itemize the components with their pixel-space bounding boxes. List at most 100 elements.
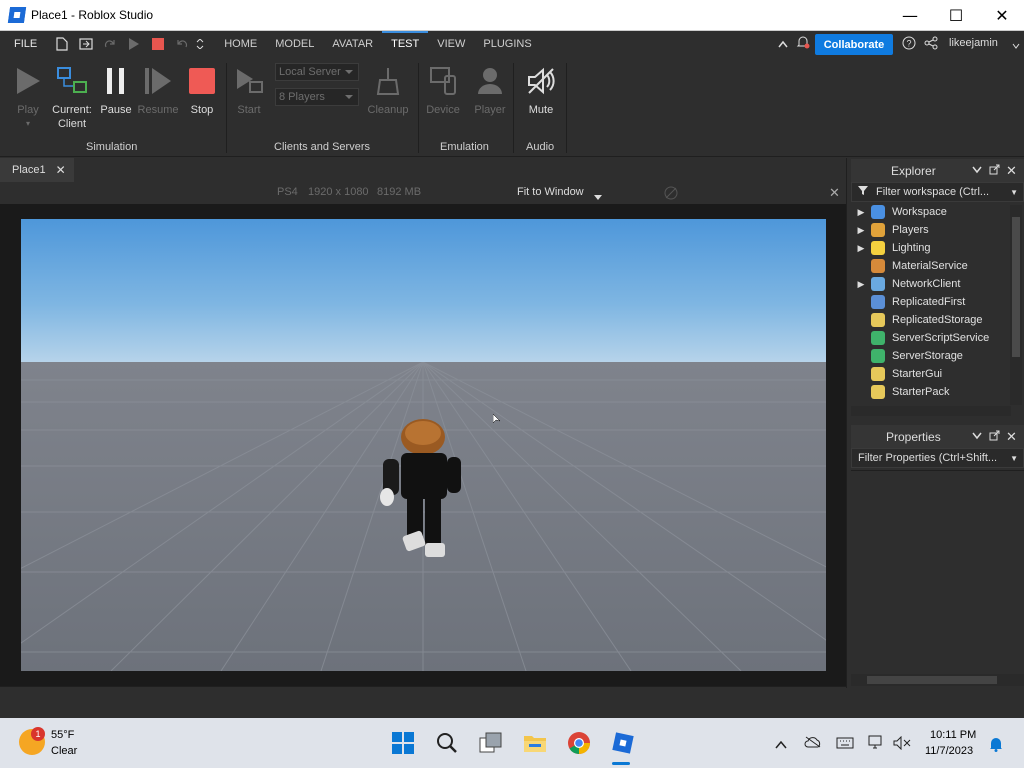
explorer-undock-icon[interactable]	[989, 164, 1000, 178]
close-tab-icon[interactable]: ✕	[56, 163, 66, 177]
scroll-thumb[interactable]	[1012, 217, 1020, 357]
pause-button[interactable]: Pause	[94, 65, 138, 117]
explorer-item[interactable]: ▶ Lighting	[851, 239, 1011, 257]
keyboard-icon[interactable]	[836, 737, 854, 752]
play-quick-icon[interactable]	[127, 37, 141, 51]
username-label[interactable]: likeejamin	[949, 37, 998, 49]
tab-view[interactable]: VIEW	[428, 31, 474, 57]
weather-temperature[interactable]: 55°F	[51, 729, 74, 741]
show-hidden-icons-icon[interactable]	[775, 738, 787, 752]
explorer-item[interactable]: ▶ Workspace	[851, 203, 1011, 221]
explorer-item[interactable]: ReplicatedFirst	[851, 293, 1011, 311]
document-tab-place1[interactable]: Place1 ✕	[0, 158, 74, 182]
volume-muted-icon[interactable]	[893, 735, 911, 753]
players-select[interactable]: 8 Players	[275, 88, 359, 106]
collapse-ribbon-icon[interactable]	[778, 37, 788, 51]
properties-close-icon[interactable]: ✕	[1006, 429, 1017, 445]
fit-to-window-select[interactable]: Fit to Window	[517, 186, 584, 198]
close-window-button[interactable]: ✕	[979, 0, 1024, 31]
explorer-filter-input[interactable]: Filter workspace (Ctrl... ▼	[851, 182, 1024, 202]
maximize-button[interactable]: ☐	[933, 0, 979, 31]
stop-quick-icon[interactable]	[151, 37, 165, 51]
explorer-item-label: Players	[892, 224, 929, 236]
player-button[interactable]: Player	[468, 65, 512, 117]
explorer-item[interactable]: MaterialService	[851, 257, 1011, 275]
explorer-menu-chevron-icon[interactable]	[972, 165, 982, 177]
explorer-item[interactable]: StarterGui	[851, 365, 1011, 383]
memory-select[interactable]: 8192 MB	[377, 186, 421, 198]
file-menu[interactable]: FILE	[14, 38, 37, 50]
onedrive-icon[interactable]	[804, 736, 822, 751]
task-view-icon[interactable]	[478, 730, 504, 756]
expand-arrow-icon[interactable]: ▶	[851, 243, 871, 254]
emulation-group-label: Emulation	[440, 141, 489, 153]
explorer-item-label: MaterialService	[892, 260, 968, 272]
account-chevron-icon[interactable]	[1012, 38, 1020, 52]
clock-time[interactable]: 10:11 PM	[930, 729, 976, 741]
properties-hscrollbar[interactable]	[851, 674, 1024, 686]
open-file-icon[interactable]	[79, 37, 93, 51]
scroll-thumb[interactable]	[867, 676, 997, 684]
redo-icon[interactable]	[103, 37, 117, 51]
play-button[interactable]: Play ▾	[6, 65, 50, 131]
explorer-item[interactable]: ServerStorage	[851, 347, 1011, 365]
search-icon[interactable]	[434, 730, 460, 756]
share-icon[interactable]	[924, 36, 938, 53]
tab-model[interactable]: MODEL	[266, 31, 323, 57]
close-emulation-icon[interactable]: ✕	[829, 185, 840, 201]
tab-test[interactable]: TEST	[382, 31, 429, 57]
explorer-item[interactable]: ▶ NetworkClient	[851, 275, 1011, 293]
player-icon	[474, 65, 506, 97]
properties-filter-dropdown-icon[interactable]: ▼	[1010, 454, 1018, 463]
minimize-button[interactable]: —	[887, 0, 933, 31]
windows-start-icon[interactable]	[390, 730, 416, 756]
explorer-close-icon[interactable]: ✕	[1006, 163, 1017, 179]
undo-icon[interactable]	[175, 37, 189, 51]
expand-arrow-icon[interactable]: ▶	[851, 207, 871, 218]
clock-date[interactable]: 11/7/2023	[925, 745, 973, 757]
filter-dropdown-icon[interactable]: ▼	[1010, 188, 1018, 197]
network-icon[interactable]	[868, 735, 884, 752]
fit-dropdown-icon[interactable]	[594, 190, 602, 204]
resume-button[interactable]: Resume	[136, 65, 180, 117]
tab-home[interactable]: HOME	[215, 31, 266, 57]
start-button[interactable]: Start	[227, 65, 271, 117]
new-file-icon[interactable]	[55, 37, 69, 51]
weather-badge: 1	[31, 727, 45, 741]
explorer-item[interactable]: ServerScriptService	[851, 329, 1011, 347]
stop-button[interactable]: Stop	[180, 65, 224, 117]
properties-menu-chevron-icon[interactable]	[972, 431, 982, 443]
rotate-device-icon[interactable]	[663, 185, 679, 204]
expand-arrow-icon[interactable]: ▶	[851, 225, 871, 236]
properties-filter-input[interactable]: Filter Properties (Ctrl+Shift... ▼	[851, 448, 1024, 468]
cleanup-button[interactable]: Cleanup	[366, 65, 410, 117]
device-select[interactable]: PS4	[277, 186, 298, 198]
tab-avatar[interactable]: AVATAR	[323, 31, 382, 57]
explorer-item[interactable]: ReplicatedStorage	[851, 311, 1011, 329]
chrome-icon[interactable]	[566, 730, 592, 756]
mute-button[interactable]: Mute	[519, 65, 563, 117]
explorer-scrollbar[interactable]	[1010, 205, 1022, 405]
weather-condition[interactable]: Clear	[51, 745, 77, 757]
properties-undock-icon[interactable]	[989, 430, 1000, 444]
explorer-header: Explorer ✕	[851, 159, 1024, 183]
current-client-button[interactable]: Current: Client	[50, 65, 94, 131]
play-dropdown-icon[interactable]: ▾	[26, 117, 30, 131]
file-explorer-icon[interactable]	[522, 730, 548, 756]
explorer-item[interactable]: ▶ Players	[851, 221, 1011, 239]
tab-plugins[interactable]: PLUGINS	[474, 31, 540, 57]
device-button[interactable]: Device	[421, 65, 465, 117]
notifications-icon[interactable]	[796, 35, 810, 52]
notification-bell-icon[interactable]	[988, 736, 1004, 755]
game-viewport[interactable]	[21, 219, 826, 671]
expand-arrow-icon[interactable]: ▶	[851, 279, 871, 290]
explorer-item[interactable]: StarterPack	[851, 383, 1011, 401]
help-icon[interactable]: ?	[902, 36, 916, 53]
explorer-hscrollbar[interactable]	[851, 406, 1011, 416]
explorer-item-label: Workspace	[892, 206, 947, 218]
player-avatar[interactable]	[373, 415, 463, 568]
quick-access-dropdown-icon[interactable]	[193, 37, 207, 51]
roblox-studio-taskbar-icon[interactable]	[610, 730, 636, 756]
server-select[interactable]: Local Server	[275, 63, 359, 81]
collaborate-button[interactable]: Collaborate	[815, 34, 893, 55]
